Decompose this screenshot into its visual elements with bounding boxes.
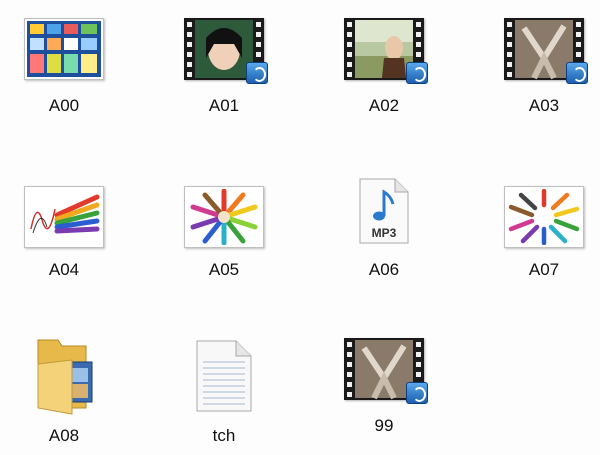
file-item-a07[interactable]: A07: [484, 178, 600, 298]
file-item-a02[interactable]: A02: [324, 14, 444, 134]
media-badge-icon: [406, 62, 428, 84]
file-label: A07: [528, 260, 560, 279]
file-label: A06: [368, 260, 400, 279]
file-item-a08[interactable]: A08: [4, 339, 124, 455]
file-item-a06[interactable]: MP3 A06: [324, 178, 444, 298]
text-document-icon: [196, 340, 252, 412]
file-label: tch: [212, 426, 236, 445]
file-item-99[interactable]: 99: [324, 338, 444, 455]
file-item-a01[interactable]: A01: [164, 14, 284, 134]
file-label: A03: [528, 96, 560, 115]
file-icon-grid: A00 A01 A02 A03 A04 A05 MP3 A06 A07 A08 …: [0, 0, 600, 455]
image-collage-icon: [24, 18, 104, 80]
folder-icon: [32, 334, 96, 416]
media-badge-icon: [406, 382, 428, 404]
mp3-label: MP3: [371, 226, 397, 240]
file-label: A04: [48, 260, 80, 279]
file-label: A00: [48, 96, 80, 115]
video-file-icon: [344, 338, 428, 404]
file-label: A02: [368, 96, 400, 115]
file-item-a05[interactable]: A05: [164, 178, 284, 298]
media-badge-icon: [566, 62, 588, 84]
video-file-icon: [344, 18, 428, 84]
pencils-sketch-icon: [24, 186, 104, 248]
pencils-circle-icon: [184, 186, 264, 248]
pencils-ring-icon: [504, 186, 584, 248]
mp3-file-icon: MP3: [359, 178, 409, 244]
video-file-icon: [504, 18, 588, 84]
file-item-a03[interactable]: A03: [484, 14, 600, 134]
file-label: A05: [208, 260, 240, 279]
file-label: A01: [208, 96, 240, 115]
file-item-a04[interactable]: A04: [4, 178, 124, 298]
file-item-a00[interactable]: A00: [4, 14, 124, 134]
media-badge-icon: [246, 62, 268, 84]
video-file-icon: [184, 18, 268, 84]
file-label: 99: [374, 416, 394, 435]
file-label: A08: [48, 426, 80, 445]
file-item-tch[interactable]: tch: [164, 340, 284, 455]
